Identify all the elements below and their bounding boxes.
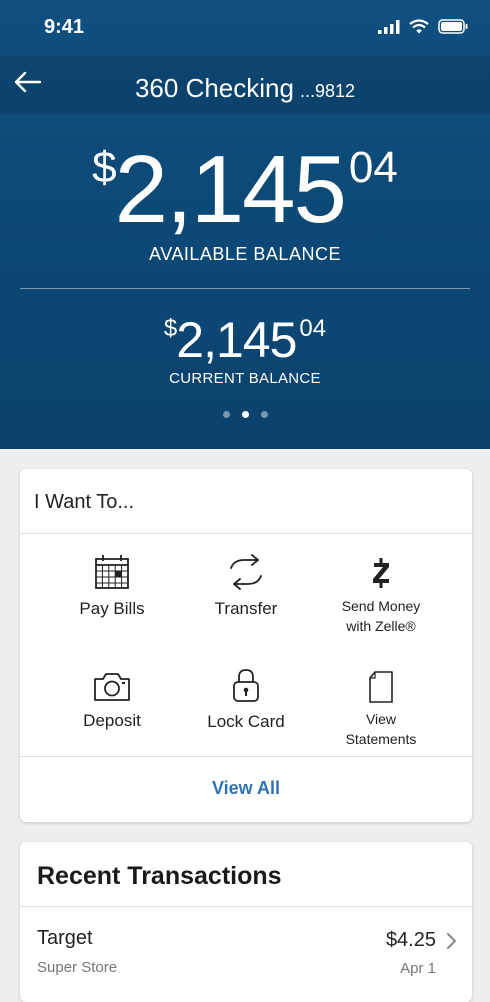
view-all-link[interactable]: View All xyxy=(20,778,472,799)
current-cents: 04 xyxy=(299,315,327,342)
transaction-category: Super Store xyxy=(37,959,118,976)
i-want-to-title: I Want To... xyxy=(34,491,135,513)
lock-card-button[interactable]: Lock Card xyxy=(171,667,321,732)
available-balance-label: AVAILABLE BALANCE xyxy=(149,244,341,264)
calendar-icon xyxy=(95,555,129,589)
transaction-date: Apr 1 xyxy=(400,960,436,977)
chevron-right-icon xyxy=(447,933,456,949)
divider xyxy=(20,756,472,757)
transfer-arrows-icon xyxy=(230,554,262,590)
transaction-amount: $4.25 xyxy=(385,929,436,951)
page-dot-1[interactable] xyxy=(222,411,230,418)
transaction-row[interactable]: Target Super Store $4.25 Apr 1 xyxy=(20,907,472,987)
available-balance-amount: $2,14504 xyxy=(0,142,490,238)
account-name: 360 Checking xyxy=(134,73,294,103)
view-statements-label: View Statements xyxy=(345,711,417,747)
wifi-icon xyxy=(409,19,429,34)
recent-transactions-card: Recent Transactions Target Super Store $… xyxy=(20,842,472,1002)
camera-icon xyxy=(94,673,130,701)
status-icons xyxy=(378,19,468,34)
send-money-zelle-button[interactable]: Send Money with Zelle® xyxy=(306,554,456,636)
battery-icon xyxy=(438,19,468,34)
page-title: 360 Checking ...9812 xyxy=(0,73,490,104)
current-currency: $ xyxy=(163,315,177,342)
current-balance-amount: $2,145 04 xyxy=(0,315,490,365)
deposit-button[interactable]: Deposit xyxy=(37,670,187,731)
send-money-zelle-label: Send Money with Zelle® xyxy=(341,598,421,634)
transfer-button[interactable]: Transfer xyxy=(171,554,321,619)
current-dollars: 2,145 xyxy=(176,312,297,368)
recent-transactions-title: Recent Transactions xyxy=(37,862,282,890)
page-indicator[interactable] xyxy=(0,411,490,418)
balance-header: 9:41 360 Checking ...9812 $2,14504 AVAIL… xyxy=(0,0,490,449)
status-time: 9:41 xyxy=(44,16,85,38)
transaction-merchant: Target xyxy=(37,927,93,949)
deposit-label: Deposit xyxy=(83,711,141,730)
zelle-icon xyxy=(373,558,389,588)
transfer-label: Transfer xyxy=(214,599,278,618)
actions-grid: Pay Bills Transfer Send Money with Zelle… xyxy=(20,534,472,756)
pay-bills-label: Pay Bills xyxy=(79,599,145,618)
view-statements-button[interactable]: View Statements xyxy=(306,671,456,749)
lock-card-label: Lock Card xyxy=(207,712,285,731)
balance-divider xyxy=(20,288,470,289)
account-mask: ...9812 xyxy=(299,81,356,101)
current-balance-label: CURRENT BALANCE xyxy=(169,370,321,387)
cellular-signal-icon xyxy=(378,19,400,34)
page-dot-3[interactable] xyxy=(260,411,268,418)
available-currency: $ xyxy=(92,143,117,192)
available-dollars: 2,145 xyxy=(114,136,347,243)
document-icon xyxy=(369,671,393,703)
status-bar: 9:41 xyxy=(0,0,490,56)
pay-bills-button[interactable]: Pay Bills xyxy=(37,554,187,619)
i-want-to-card: I Want To... Pay Bills Transfer Send Mon… xyxy=(20,469,472,822)
nav-bar: 360 Checking ...9812 xyxy=(0,56,490,114)
page-dot-2[interactable] xyxy=(241,411,249,418)
available-cents: 04 xyxy=(348,143,398,192)
lock-icon xyxy=(233,669,259,702)
